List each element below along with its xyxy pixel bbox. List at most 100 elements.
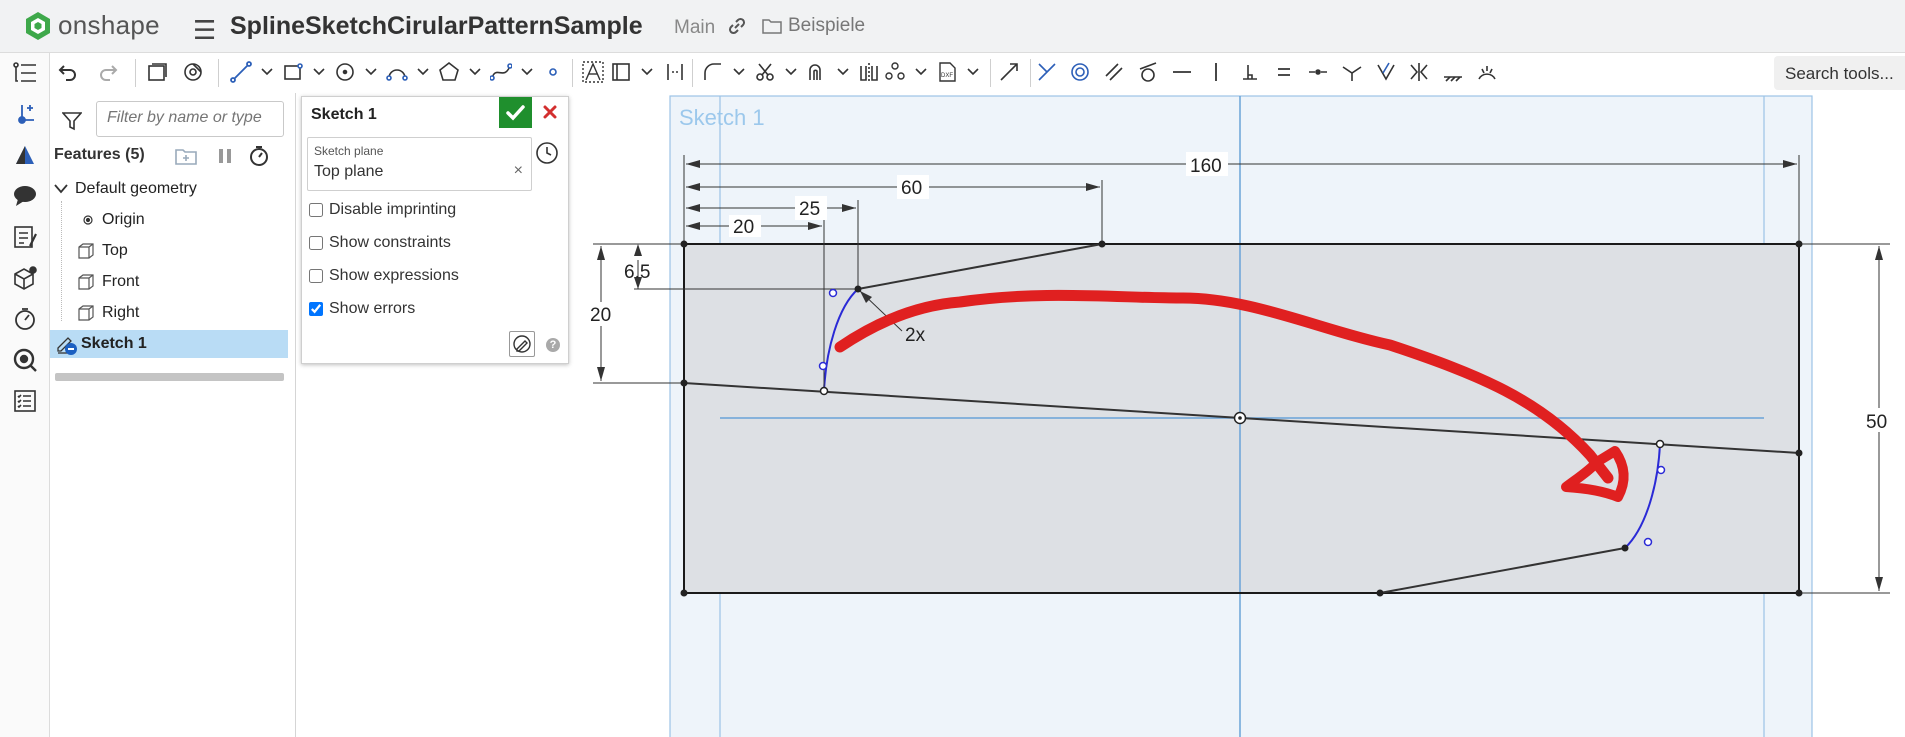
chevron-down-icon[interactable] — [54, 184, 68, 194]
vertex[interactable] — [854, 285, 862, 293]
horizontal-icon[interactable] — [1169, 59, 1195, 85]
spline-icon[interactable] — [488, 59, 514, 85]
chevron-down-icon[interactable] — [778, 59, 804, 85]
filter-field[interactable] — [96, 101, 284, 137]
accept-button[interactable] — [499, 97, 532, 128]
insert-image-icon[interactable] — [608, 59, 634, 85]
menu-icon[interactable]: ☰ — [193, 17, 216, 43]
appearance-icon[interactable] — [12, 142, 38, 168]
vertex[interactable] — [1795, 449, 1803, 457]
vertex[interactable] — [1098, 240, 1106, 248]
disable-imprinting-checkbox[interactable] — [309, 203, 323, 217]
vertex[interactable] — [819, 386, 829, 396]
chevron-down-icon[interactable] — [462, 59, 488, 85]
vertex[interactable] — [1621, 544, 1629, 552]
offset-icon[interactable] — [804, 59, 830, 85]
chevron-down-icon[interactable] — [410, 59, 436, 85]
sketch-plane-field[interactable]: Sketch plane Top plane × — [307, 137, 532, 191]
dimension-20-vertical[interactable]: 20 — [590, 305, 611, 326]
dimension-50[interactable]: 50 — [1866, 412, 1887, 433]
trim-icon[interactable] — [752, 59, 778, 85]
chevron-down-icon[interactable] — [634, 59, 660, 85]
show-errors-checkbox[interactable] — [309, 302, 323, 316]
filter-icon[interactable] — [61, 111, 83, 136]
mirror-icon[interactable] — [856, 59, 882, 85]
tangent-icon[interactable] — [1135, 59, 1161, 85]
symmetric-icon[interactable] — [1406, 59, 1432, 85]
parallel-icon[interactable] — [1101, 59, 1127, 85]
tree-item-sketch-1[interactable]: Sketch 1 — [50, 330, 288, 358]
dimension-60[interactable]: 60 — [901, 178, 922, 199]
undo-icon[interactable] — [55, 59, 81, 85]
folder-breadcrumb[interactable]: Beispiele — [762, 15, 865, 37]
extrude-icon[interactable] — [180, 59, 206, 85]
coincident-icon[interactable] — [1034, 59, 1060, 85]
tree-item-origin[interactable]: Origin — [82, 211, 145, 229]
chevron-down-icon[interactable] — [514, 59, 540, 85]
perpendicular-icon[interactable] — [1237, 59, 1263, 85]
spline-handle[interactable] — [1643, 537, 1653, 547]
chevron-down-icon[interactable] — [254, 59, 280, 85]
spline-handle[interactable] — [1656, 465, 1666, 475]
sketch-line[interactable] — [1379, 547, 1626, 594]
line-icon[interactable] — [228, 59, 254, 85]
cancel-button[interactable] — [534, 97, 566, 128]
chevron-down-icon[interactable] — [908, 59, 934, 85]
use-icon[interactable] — [996, 59, 1022, 85]
add-folder-icon[interactable] — [175, 146, 197, 171]
feature-list-icon[interactable] — [12, 60, 38, 86]
chevron-down-icon[interactable] — [306, 59, 332, 85]
onshape-logo[interactable]: onshape — [24, 10, 160, 41]
midpoint-icon[interactable] — [1305, 59, 1331, 85]
pause-icon[interactable] — [216, 147, 234, 170]
vertex[interactable] — [680, 589, 688, 597]
history-icon[interactable] — [535, 141, 559, 170]
spline-curve[interactable] — [1624, 443, 1661, 549]
dimension-160[interactable]: 160 — [1190, 156, 1222, 177]
sketch-icon[interactable] — [144, 59, 170, 85]
polygon-icon[interactable] — [436, 59, 462, 85]
tree-item-top[interactable]: Top — [78, 242, 128, 260]
vertex[interactable] — [1795, 240, 1803, 248]
dxf-import-icon[interactable]: DXF — [934, 59, 960, 85]
dimension-6-5[interactable]: 6.5 — [624, 262, 650, 283]
curvature-icon[interactable] — [1474, 59, 1500, 85]
spline-handle[interactable] — [818, 361, 828, 371]
construction-icon[interactable] — [662, 59, 688, 85]
comments-icon[interactable] — [12, 183, 38, 209]
mate-connector-icon[interactable] — [12, 101, 38, 127]
clear-plane-button[interactable]: × — [514, 162, 523, 180]
help-icon[interactable]: ? — [546, 338, 560, 352]
tree-item-right[interactable]: Right — [78, 304, 139, 322]
rectangle-icon[interactable] — [280, 59, 306, 85]
branch-name[interactable]: Main — [674, 17, 715, 39]
document-title[interactable]: SplineSketchCirularPatternSample — [230, 12, 643, 41]
link-icon[interactable] — [728, 17, 746, 40]
render-icon[interactable] — [12, 347, 38, 373]
show-constraints-option[interactable]: Show constraints — [307, 234, 451, 252]
pattern-icon[interactable] — [882, 59, 908, 85]
horizontal-scrollbar[interactable] — [55, 373, 284, 381]
filter-input[interactable] — [105, 102, 279, 134]
vertex[interactable] — [1795, 589, 1803, 597]
text-icon[interactable] — [580, 59, 606, 85]
spline-handle[interactable] — [828, 288, 838, 298]
chevron-down-icon[interactable] — [358, 59, 384, 85]
show-errors-option[interactable]: Show errors — [307, 300, 415, 318]
vertex[interactable] — [1655, 439, 1665, 449]
search-tools-input[interactable]: Search tools... a — [1774, 56, 1905, 90]
properties-icon[interactable] — [12, 265, 38, 291]
chevron-down-icon[interactable] — [830, 59, 856, 85]
fix-icon[interactable] — [1440, 59, 1466, 85]
show-expressions-option[interactable]: Show expressions — [307, 267, 459, 285]
dimension-20-horizontal[interactable]: 20 — [733, 217, 754, 238]
spline-curve[interactable] — [823, 288, 859, 392]
sketch-line[interactable] — [857, 243, 1103, 290]
circle-icon[interactable] — [332, 59, 358, 85]
fillet-icon[interactable] — [700, 59, 726, 85]
concentric-icon[interactable] — [1067, 59, 1093, 85]
arc-icon[interactable] — [384, 59, 410, 85]
measure-icon[interactable] — [12, 306, 38, 332]
repair-sketch-button[interactable] — [509, 331, 535, 357]
disable-imprinting-option[interactable]: Disable imprinting — [307, 201, 456, 219]
